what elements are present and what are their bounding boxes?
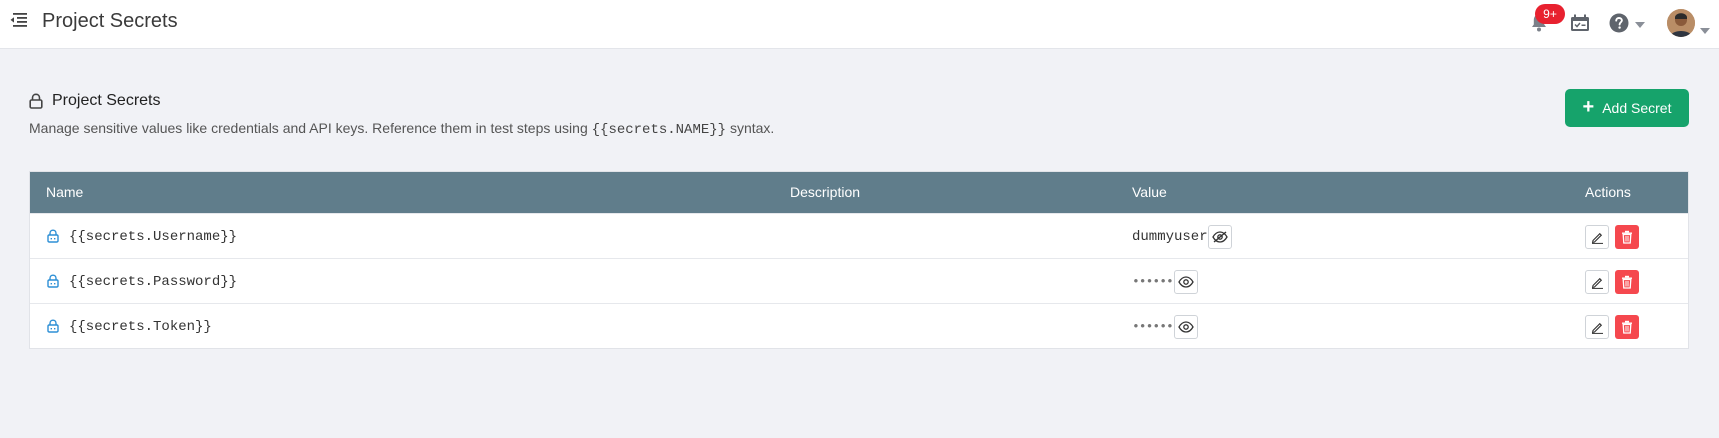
lock-icon bbox=[47, 319, 59, 333]
add-secret-button[interactable]: + Add Secret bbox=[1565, 89, 1689, 127]
secrets-table: Name Description Value Actions {{secrets… bbox=[29, 171, 1689, 349]
menu-toggle-icon[interactable] bbox=[8, 11, 28, 29]
delete-button[interactable] bbox=[1615, 225, 1639, 249]
column-header-actions: Actions bbox=[1585, 184, 1631, 200]
pencil-icon bbox=[1591, 232, 1603, 244]
eye-icon bbox=[1178, 276, 1194, 288]
pencil-icon bbox=[1591, 322, 1603, 334]
section-title: Project Secrets bbox=[52, 92, 161, 109]
avatar-image bbox=[1667, 9, 1695, 37]
trash-icon bbox=[1622, 230, 1632, 244]
lock-icon bbox=[29, 93, 43, 109]
trash-icon bbox=[1622, 320, 1632, 334]
table-row: {{secrets.Password}} •••••••• bbox=[30, 258, 1688, 303]
calendar-icon[interactable] bbox=[1570, 14, 1590, 32]
top-bar: Project Secrets 9+ bbox=[0, 0, 1719, 49]
edit-button[interactable] bbox=[1585, 270, 1609, 294]
hide-value-button[interactable] bbox=[1208, 225, 1232, 249]
eye-slash-icon bbox=[1212, 231, 1228, 243]
avatar-caret-icon[interactable] bbox=[1700, 28, 1710, 34]
pencil-icon bbox=[1591, 277, 1603, 289]
delete-button[interactable] bbox=[1615, 315, 1639, 339]
secret-value: dummyuser bbox=[1132, 229, 1208, 245]
delete-button[interactable] bbox=[1615, 270, 1639, 294]
notification-badge: 9+ bbox=[1535, 4, 1565, 24]
trash-icon bbox=[1622, 275, 1632, 289]
avatar[interactable] bbox=[1667, 9, 1695, 37]
secret-name: {{secrets.Username}} bbox=[69, 229, 238, 245]
page-title: Project Secrets bbox=[42, 10, 178, 32]
help-caret-icon[interactable] bbox=[1635, 22, 1645, 28]
table-header: Name Description Value Actions bbox=[30, 172, 1688, 213]
eye-icon bbox=[1178, 321, 1194, 333]
add-secret-label: Add Secret bbox=[1602, 100, 1672, 116]
secret-name: {{secrets.Token}} bbox=[69, 319, 212, 335]
secret-name: {{secrets.Password}} bbox=[69, 274, 238, 290]
edit-button[interactable] bbox=[1585, 315, 1609, 339]
plus-icon: + bbox=[1582, 96, 1595, 118]
column-header-name[interactable]: Name bbox=[46, 184, 83, 200]
section-description: Manage sensitive values like credentials… bbox=[29, 120, 774, 138]
help-icon[interactable] bbox=[1609, 13, 1629, 33]
lock-icon bbox=[47, 274, 59, 288]
description-code: {{secrets.NAME}} bbox=[591, 122, 727, 138]
show-value-button[interactable] bbox=[1174, 270, 1198, 294]
description-suffix: syntax. bbox=[726, 120, 775, 136]
column-header-value[interactable]: Value bbox=[1132, 184, 1167, 200]
column-header-description[interactable]: Description bbox=[790, 184, 860, 200]
edit-button[interactable] bbox=[1585, 225, 1609, 249]
lock-icon bbox=[47, 229, 59, 243]
table-row: {{secrets.Token}} •••••••• bbox=[30, 303, 1688, 348]
section-heading: Project Secrets bbox=[29, 92, 160, 110]
description-text: Manage sensitive values like credentials… bbox=[29, 120, 592, 136]
table-row: {{secrets.Username}} dummyuser bbox=[30, 213, 1688, 258]
show-value-button[interactable] bbox=[1174, 315, 1198, 339]
